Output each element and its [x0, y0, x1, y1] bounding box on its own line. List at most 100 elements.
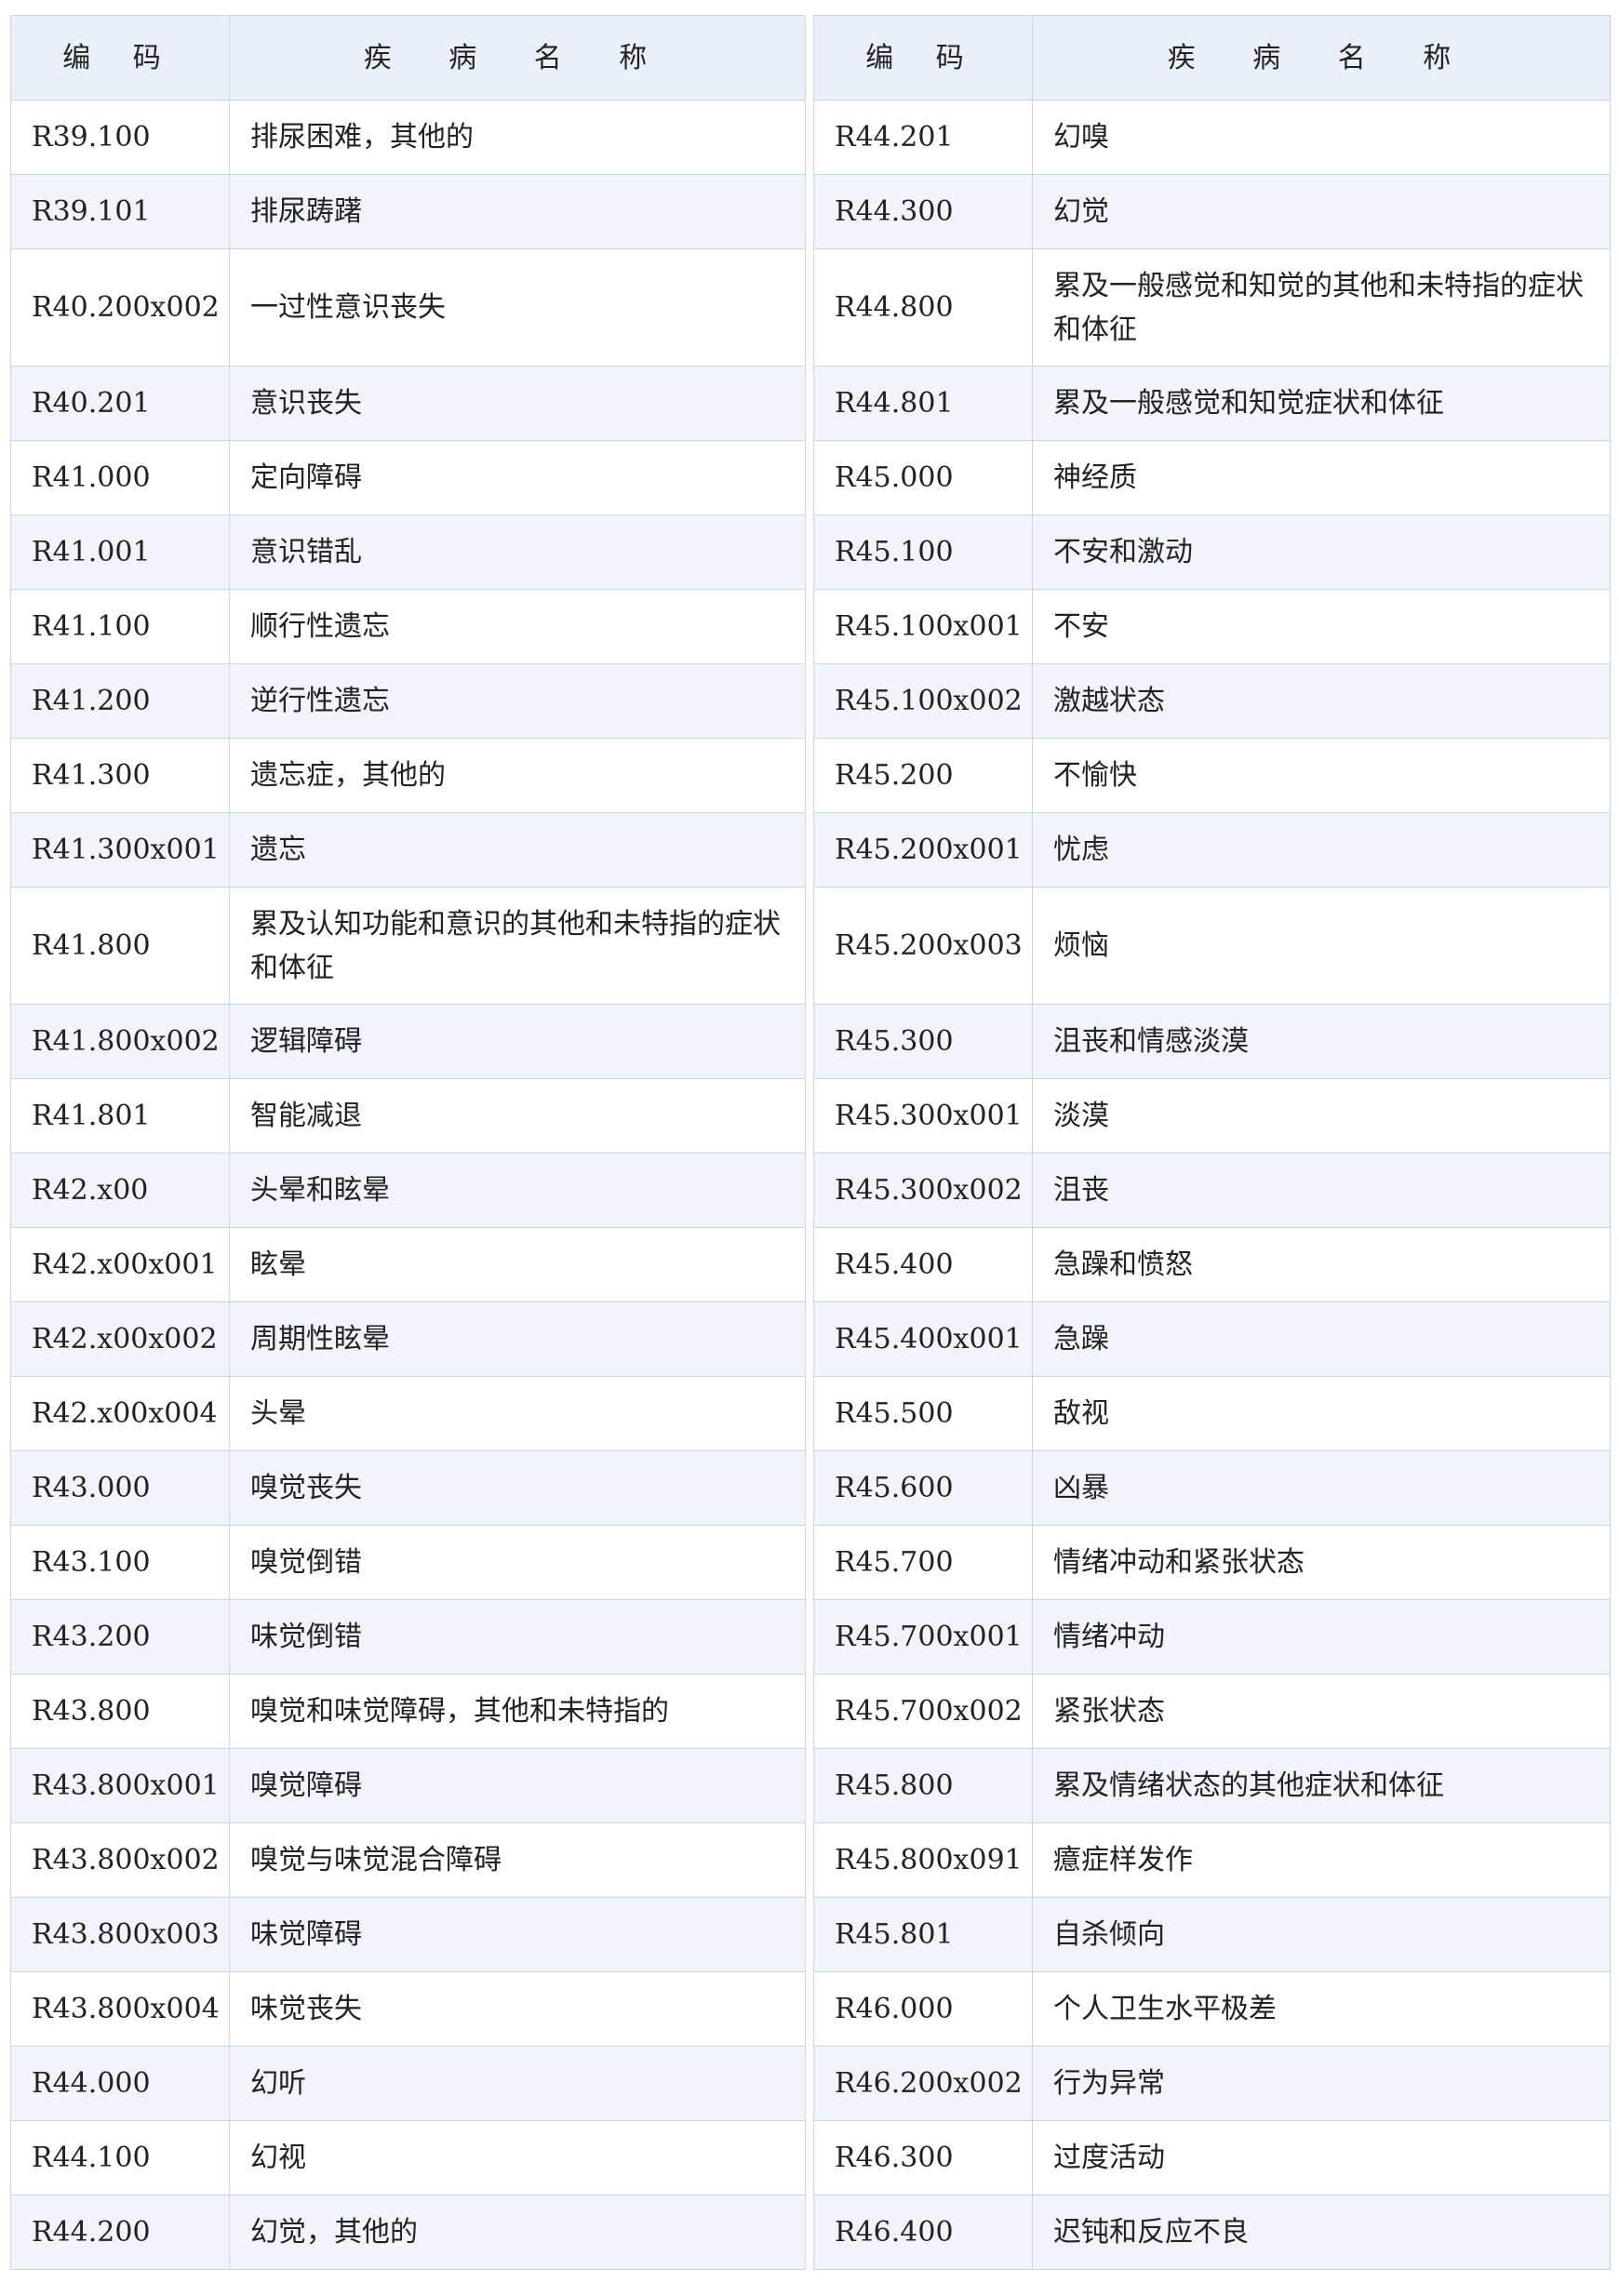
- table-row: R46.300 过度活动: [813, 2120, 1611, 2196]
- disease-name-cell: 淡漠: [1032, 1078, 1611, 1154]
- disease-name-cell: 意识错乱: [229, 514, 806, 590]
- code-cell: R43.800x002: [10, 1822, 230, 1898]
- disease-name-cell: 迟钝和反应不良: [1032, 2195, 1611, 2270]
- table-row: R43.800x001 嗅觉障碍: [10, 1748, 806, 1823]
- table-row: R44.800 累及一般感觉和知觉的其他和未特指的症状和体征: [813, 248, 1611, 367]
- table-header-row: 编 码 疾 病 名 称: [813, 15, 1611, 100]
- code-cell: R45.400x001: [813, 1302, 1033, 1377]
- table-row: R45.600 凶暴: [813, 1450, 1611, 1526]
- code-cell: R41.200: [10, 663, 230, 739]
- table-row: R41.001 意识错乱: [10, 514, 806, 590]
- disease-name-cell: 嗅觉丧失: [229, 1450, 806, 1526]
- code-cell: R46.000: [813, 1971, 1033, 2047]
- disease-name-cell: 定向障碍: [229, 440, 806, 515]
- disease-name-cell: 嗅觉和味觉障碍，其他和未特指的: [229, 1674, 806, 1749]
- code-cell: R45.300x001: [813, 1078, 1033, 1154]
- code-cell: R46.300: [813, 2120, 1033, 2196]
- disease-name-cell: 头晕和眩晕: [229, 1153, 806, 1228]
- disease-name-cell: 凶暴: [1032, 1450, 1611, 1526]
- disease-name-cell: 不愉快: [1032, 738, 1611, 813]
- table-row: R44.300 幻觉: [813, 174, 1611, 249]
- disease-name-cell: 神经质: [1032, 440, 1611, 515]
- table-row: R43.800x004 味觉丧失: [10, 1971, 806, 2047]
- table-row: R45.400 急躁和愤怒: [813, 1227, 1611, 1302]
- disease-name-cell: 周期性眩晕: [229, 1302, 806, 1377]
- code-cell: R43.000: [10, 1450, 230, 1526]
- code-cell: R41.801: [10, 1078, 230, 1154]
- disease-name-cell: 累及情绪状态的其他症状和体征: [1032, 1748, 1611, 1823]
- table-row: R42.x00x004 头晕: [10, 1376, 806, 1451]
- table-row: R45.100x002 激越状态: [813, 663, 1611, 739]
- code-cell: R43.800x004: [10, 1971, 230, 2047]
- code-cell: R45.300: [813, 1004, 1033, 1079]
- code-cell: R40.201: [10, 366, 230, 441]
- table-row: R43.000 嗅觉丧失: [10, 1450, 806, 1526]
- table-body: R39.100 排尿困难，其他的 R39.101 排尿踌躇 R40.200x002 一过性…: [10, 100, 806, 2270]
- table-row: R45.100x001 不安: [813, 589, 1611, 664]
- table-row: R45.800x091 癔症样发作: [813, 1822, 1611, 1898]
- disease-name-cell: 烦恼: [1032, 887, 1611, 1005]
- disease-name-cell: 排尿踌躇: [229, 174, 806, 249]
- disease-name-cell: 不安: [1032, 589, 1611, 664]
- code-cell: R45.500: [813, 1376, 1033, 1451]
- table-row: R44.200 幻觉，其他的: [10, 2195, 806, 2270]
- disease-name-cell: 累及认知功能和意识的其他和未特指的症状和体征: [229, 887, 806, 1005]
- table-row: R43.200 味觉倒错: [10, 1599, 806, 1675]
- table-row: R41.800 累及认知功能和意识的其他和未特指的症状和体征: [10, 887, 806, 1005]
- table-row: R45.200x001 忧虑: [813, 812, 1611, 888]
- code-cell: R44.201: [813, 100, 1033, 175]
- code-cell: R40.200x002: [10, 248, 230, 367]
- code-cell: R45.300x002: [813, 1153, 1033, 1228]
- code-cell: R44.300: [813, 174, 1033, 249]
- code-cell: R45.200x001: [813, 812, 1033, 888]
- code-cell: R43.800x001: [10, 1748, 230, 1823]
- name-column-header: 疾 病 名 称: [229, 15, 806, 100]
- disease-name-cell: 癔症样发作: [1032, 1822, 1611, 1898]
- table-row: R45.800 累及情绪状态的其他症状和体征: [813, 1748, 1611, 1823]
- disease-name-cell: 幻嗅: [1032, 100, 1611, 175]
- table-row: R41.801 智能减退: [10, 1078, 806, 1154]
- table-row: R43.800 嗅觉和味觉障碍，其他和未特指的: [10, 1674, 806, 1749]
- table-row: R42.x00 头晕和眩晕: [10, 1153, 806, 1228]
- code-cell: R43.100: [10, 1525, 230, 1600]
- disease-name-cell: 眩晕: [229, 1227, 806, 1302]
- code-cell: R43.800x003: [10, 1897, 230, 1972]
- table-row: R39.100 排尿困难，其他的: [10, 100, 806, 175]
- code-cell: R41.001: [10, 514, 230, 590]
- disease-name-cell: 幻听: [229, 2046, 806, 2121]
- disease-name-cell: 幻觉，其他的: [229, 2195, 806, 2270]
- table-row: R46.200x002 行为异常: [813, 2046, 1611, 2121]
- disease-name-cell: 遗忘症，其他的: [229, 738, 806, 813]
- table-row: R45.801 自杀倾向: [813, 1897, 1611, 1972]
- code-cell: R39.101: [10, 174, 230, 249]
- code-cell: R46.400: [813, 2195, 1033, 2270]
- code-column-header: 编 码: [813, 15, 1033, 100]
- table-row: R41.800x002 逻辑障碍: [10, 1004, 806, 1079]
- table-row: R40.201 意识丧失: [10, 366, 806, 441]
- disease-name-cell: 急躁和愤怒: [1032, 1227, 1611, 1302]
- disease-name-cell: 排尿困难，其他的: [229, 100, 806, 175]
- table-row: R41.100 顺行性遗忘: [10, 589, 806, 664]
- disease-name-cell: 一过性意识丧失: [229, 248, 806, 367]
- code-cell: R45.600: [813, 1450, 1033, 1526]
- disease-table-left: 编 码 疾 病 名 称 R39.100 排尿困难，其他的 R39.101 排尿踌躇 R4…: [10, 15, 806, 2270]
- table-row: R41.000 定向障碍: [10, 440, 806, 515]
- code-cell: R45.200: [813, 738, 1033, 813]
- code-cell: R45.801: [813, 1897, 1033, 1972]
- disease-name-cell: 嗅觉倒错: [229, 1525, 806, 1600]
- disease-code-tables: 编 码 疾 病 名 称 R39.100 排尿困难，其他的 R39.101 排尿踌躇 R4…: [10, 15, 1611, 2270]
- disease-name-cell: 累及一般感觉和知觉症状和体征: [1032, 366, 1611, 441]
- disease-name-cell: 情绪冲动和紧张状态: [1032, 1525, 1611, 1600]
- disease-name-cell: 逻辑障碍: [229, 1004, 806, 1079]
- code-cell: R45.700x001: [813, 1599, 1033, 1675]
- table-row: R45.300x001 淡漠: [813, 1078, 1611, 1154]
- code-cell: R44.801: [813, 366, 1033, 441]
- code-cell: R42.x00: [10, 1153, 230, 1228]
- code-cell: R41.300x001: [10, 812, 230, 888]
- disease-name-cell: 行为异常: [1032, 2046, 1611, 2121]
- code-cell: R41.300: [10, 738, 230, 813]
- table-row: R44.100 幻视: [10, 2120, 806, 2196]
- disease-name-cell: 敌视: [1032, 1376, 1611, 1451]
- disease-name-cell: 逆行性遗忘: [229, 663, 806, 739]
- code-cell: R45.100x001: [813, 589, 1033, 664]
